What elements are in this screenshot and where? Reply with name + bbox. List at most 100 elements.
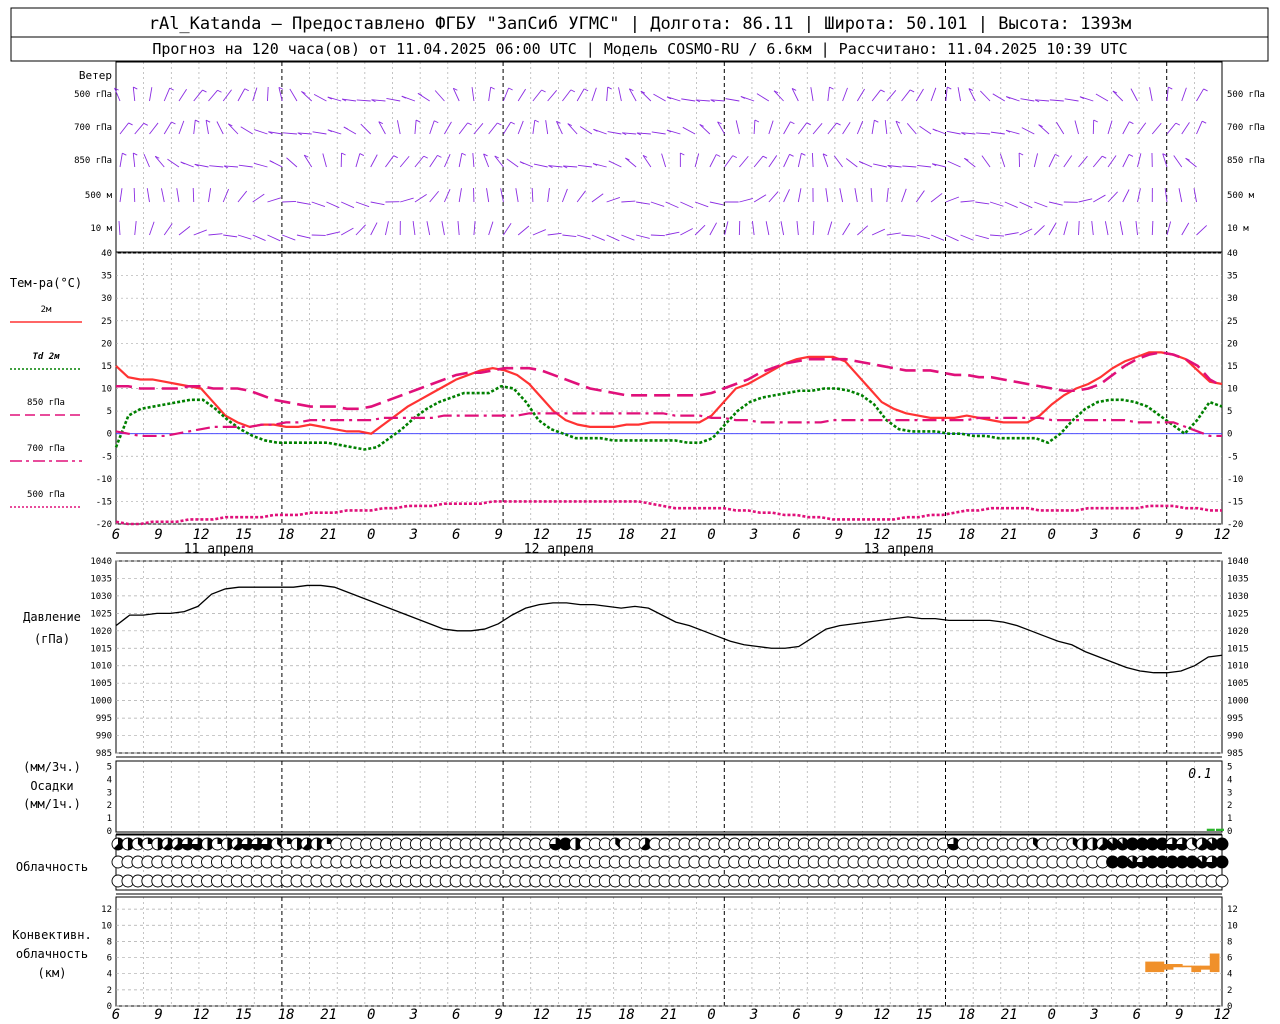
wind-barb — [1181, 87, 1187, 102]
convective-tick-label-right: 10 — [1227, 921, 1238, 931]
hour-label-bottom: 0 — [707, 1007, 715, 1023]
wind-barb — [1063, 221, 1068, 236]
wind-barb — [768, 155, 778, 168]
wind-barb — [1004, 232, 1019, 236]
temp-tick-label: 25 — [101, 317, 112, 327]
wind-barb — [1193, 188, 1197, 203]
wind-barb — [751, 221, 755, 236]
wind-barb — [842, 87, 848, 102]
hour-label-bottom: 18 — [278, 1007, 295, 1023]
pressure-tick-label-right: 1040 — [1227, 557, 1249, 567]
hour-label: 9 — [495, 527, 503, 543]
cloud-fill — [1216, 838, 1228, 850]
wind-level-label-right: 500 гПа — [1227, 90, 1265, 100]
wind-barb — [429, 190, 439, 203]
hour-label: 6 — [112, 527, 120, 543]
hour-label-bottom: 6 — [112, 1007, 120, 1023]
wind-barb — [1137, 188, 1141, 203]
wind-barb — [661, 153, 667, 168]
wind-barb — [1033, 153, 1038, 168]
hour-label: 21 — [661, 527, 678, 543]
wind-barb-flag — [244, 88, 249, 92]
wind-barb — [577, 234, 591, 240]
wind-barb — [486, 188, 490, 203]
hour-label: 15 — [916, 527, 933, 543]
wind-barb — [765, 221, 770, 236]
precip-tick-label-right: 4 — [1227, 775, 1232, 785]
wind-barb — [370, 154, 378, 168]
wind-barb — [735, 120, 740, 135]
wind-barb — [999, 153, 1006, 168]
wind-barb — [1004, 201, 1018, 208]
wind-barb — [1181, 222, 1190, 236]
wind-barb-flag — [128, 122, 133, 126]
precip-tick-label-right: 5 — [1227, 762, 1232, 772]
pressure-tick-label: 1005 — [90, 679, 112, 689]
hour-label-bottom: 12 — [873, 1007, 890, 1023]
wind-barb-flag — [122, 152, 127, 156]
wind-barb — [1122, 121, 1130, 135]
wind-barb — [502, 87, 510, 102]
wind-barb — [886, 232, 901, 236]
precipitation-chart — [1206, 828, 1224, 831]
pressure-tick-label: 1015 — [90, 644, 112, 654]
convective-title-2: облачность — [16, 947, 88, 961]
wind-barbs — [114, 86, 1208, 242]
wind-barb — [1166, 87, 1169, 102]
wind-barb — [237, 190, 248, 203]
wind-barb — [990, 234, 1005, 237]
wind-barb — [533, 163, 548, 168]
wind-barb — [901, 188, 907, 203]
wind-barb — [871, 120, 875, 135]
wind-barb — [773, 90, 784, 102]
wind-barb — [1019, 201, 1033, 209]
wind-barb — [252, 87, 258, 102]
wind-barb — [606, 87, 609, 102]
hour-label-bottom: 9 — [835, 1007, 843, 1023]
wind-barb-flag — [947, 86, 952, 90]
wind-barb — [503, 121, 512, 135]
hour-label-bottom: 6 — [1133, 1007, 1141, 1023]
wind-barb — [945, 196, 960, 203]
convective-bar — [1145, 961, 1155, 973]
wind-barb — [282, 234, 296, 241]
hour-label-bottom: 15 — [916, 1007, 933, 1023]
temp-tick-label-right: 20 — [1227, 339, 1238, 349]
precip-unit-1h: (мм/1ч.) — [23, 797, 81, 811]
pressure-tick-label-right: 1035 — [1227, 574, 1249, 584]
header-line-2: Прогноз на 120 часа(ов) от 11.04.2025 06… — [152, 40, 1127, 58]
wind-barb — [842, 121, 851, 135]
temp-legend-label: 500 гПа — [27, 490, 65, 500]
wind-barb — [1063, 155, 1073, 168]
cloud-cover-chart — [111, 837, 1229, 888]
wind-barb — [1019, 228, 1033, 236]
wind-barb — [114, 87, 121, 102]
temp-tick-label-right: 35 — [1227, 272, 1238, 282]
wind-barb — [1178, 188, 1183, 203]
pressure-tick-label: 1020 — [90, 627, 112, 637]
wind-barb — [515, 188, 519, 203]
wind-barb — [134, 221, 137, 236]
pressure-tick-label-right: 1020 — [1227, 627, 1249, 637]
precip-title: Осадки — [30, 779, 73, 793]
wind-barb — [149, 87, 153, 102]
wind-barb-flag — [541, 89, 546, 93]
wind-barb — [576, 88, 585, 102]
wind-barb — [209, 165, 224, 168]
temp-tick-label: 35 — [101, 272, 112, 282]
wind-barb — [494, 155, 504, 168]
hour-label: 6 — [1133, 527, 1141, 543]
wind-barb — [1196, 225, 1208, 236]
temp-tick-label-right: 10 — [1227, 385, 1238, 395]
wind-barb — [870, 188, 873, 203]
wind-barb — [827, 221, 833, 236]
wind-barb — [825, 188, 829, 203]
wind-barb — [414, 120, 417, 135]
wind-barb-flag — [437, 154, 442, 158]
wind-barb — [724, 155, 734, 168]
convective-cloud-chart — [1145, 953, 1220, 973]
wind-barb — [797, 188, 802, 203]
wind-barb-flag — [880, 89, 885, 93]
wind-barb — [399, 155, 410, 168]
wind-barb — [976, 132, 991, 135]
